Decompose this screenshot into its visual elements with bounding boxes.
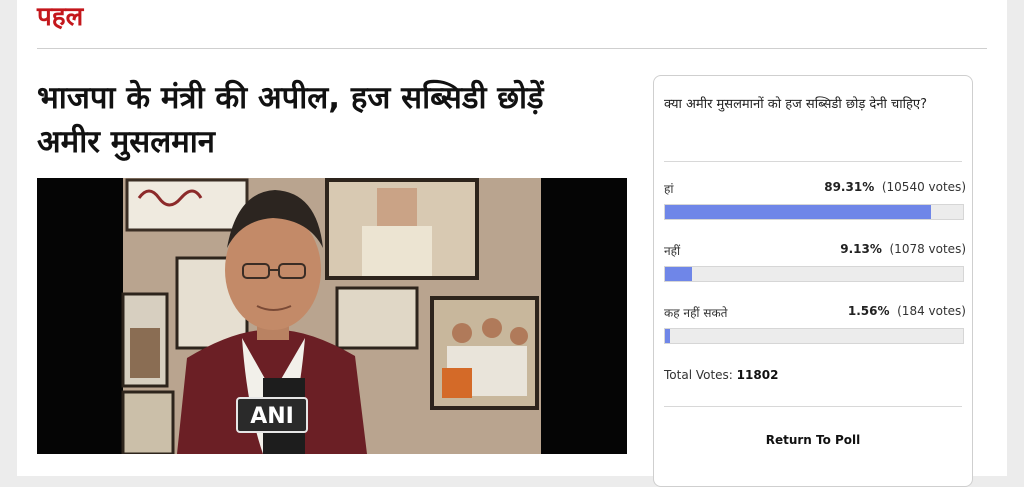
section-title[interactable]: पहल: [37, 0, 83, 34]
option-percent: 89.31%: [824, 180, 875, 194]
poll-bar-fill: [665, 205, 932, 219]
poll-option-3: कह नहीं सकते 1.56% (184 votes): [664, 304, 966, 324]
option-votes: (1078 votes): [889, 242, 967, 256]
page: पहल भाजपा के मंत्री की अपील, हज सब्सिडी …: [17, 0, 1007, 487]
video-player[interactable]: ANI: [37, 178, 627, 454]
poll-bar: [664, 328, 964, 344]
option-votes: (184 votes): [897, 304, 966, 318]
video-frame: ANI: [37, 178, 627, 454]
poll-bar-fill: [665, 329, 670, 343]
option-percent: 9.13%: [840, 242, 882, 256]
return-to-poll-button[interactable]: Return To Poll: [654, 433, 972, 447]
poll-widget: क्या अमीर मुसलमानों को हज सब्सिडी छोड़ द…: [653, 75, 973, 487]
total-votes-label: Total Votes:: [664, 368, 733, 382]
poll-divider: [664, 406, 962, 407]
option-result: 89.31% (10540 votes): [824, 180, 966, 194]
poll-bar: [664, 204, 964, 220]
option-label: नहीं: [664, 244, 681, 258]
poll-bar: [664, 266, 964, 282]
total-votes: Total Votes: 11802: [664, 368, 778, 382]
poll-question: क्या अमीर मुसलमानों को हज सब्सिडी छोड़ द…: [664, 97, 928, 112]
option-label: कह नहीं सकते: [664, 306, 728, 320]
poll-divider: [664, 161, 962, 162]
option-label: हां: [664, 182, 674, 196]
ani-mic-logo: ANI: [250, 404, 294, 429]
option-votes: (10540 votes): [881, 180, 966, 194]
option-percent: 1.56%: [847, 304, 890, 318]
article-headline[interactable]: भाजपा के मंत्री की अपील, हज सब्सिडी छोड़…: [37, 76, 617, 164]
poll-option-1: हां 89.31% (10540 votes): [664, 180, 966, 200]
option-result: 9.13% (1078 votes): [840, 242, 966, 256]
total-votes-value: 11802: [736, 368, 779, 382]
section-divider: [37, 48, 987, 49]
poll-bar-fill: [665, 267, 693, 281]
poll-option-2: नहीं 9.13% (1078 votes): [664, 242, 966, 262]
option-result: 1.56% (184 votes): [848, 304, 966, 318]
